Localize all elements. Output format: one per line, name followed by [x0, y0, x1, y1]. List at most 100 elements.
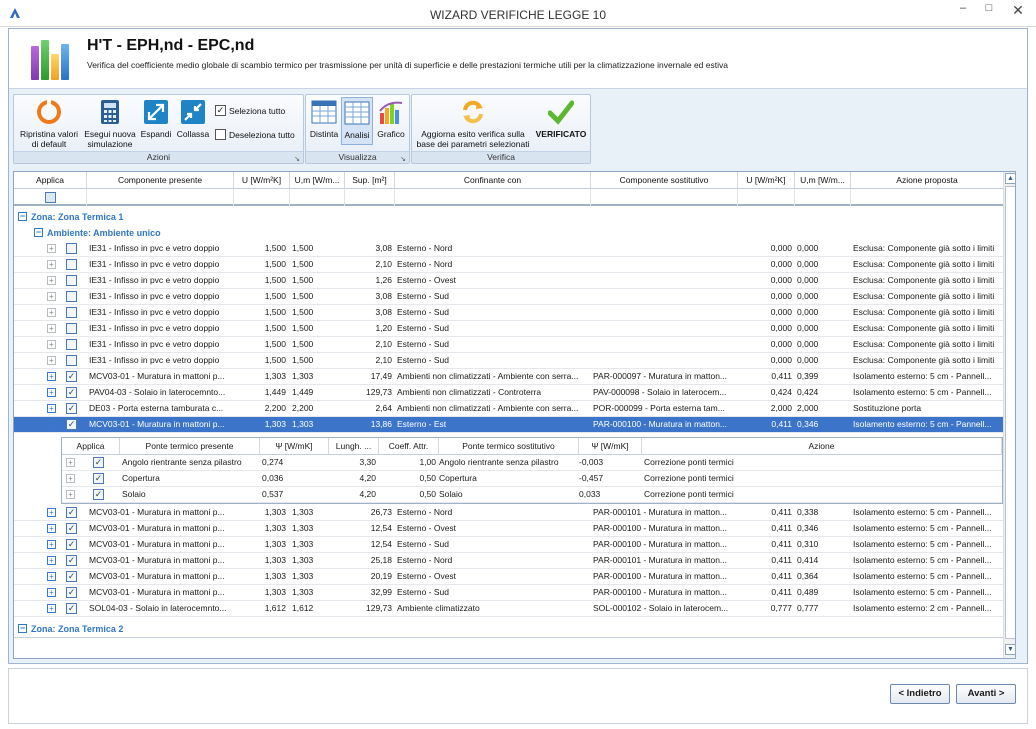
row-checkbox[interactable] — [66, 291, 77, 302]
collapse-icon[interactable]: − — [18, 212, 27, 222]
row-checkbox[interactable] — [66, 259, 77, 270]
ripristina-button[interactable]: Ripristina valori di default — [17, 99, 81, 149]
row-expand-icon[interactable]: + — [66, 474, 75, 483]
table-row[interactable]: + ✓ MCV03-01 - Muratura in mattoni p... 1,3… — [14, 537, 1004, 553]
table-row[interactable]: + IE31 - Infisso in pvc e vetro doppio 1,5… — [14, 257, 1004, 273]
row-checkbox[interactable] — [66, 355, 77, 366]
ambiente-group[interactable]: − Ambiente: Ambiente unico — [34, 225, 161, 241]
col-sostitutivo[interactable]: Componente sostitutivo — [591, 172, 738, 189]
filter-row[interactable] — [14, 189, 1004, 206]
subcol-lungh[interactable]: Lungh. ... — [329, 438, 379, 455]
subgrid-row[interactable]: + ✓ Copertura 0,036 4,20 0,50 Copertura -0,457 C… — [62, 471, 1002, 487]
row-checkbox[interactable]: ✓ — [66, 371, 77, 382]
row-expand-icon[interactable]: + — [47, 260, 56, 269]
row-checkbox[interactable]: ✓ — [66, 571, 77, 582]
row-expand-icon[interactable]: + — [47, 540, 56, 549]
subcol-presente[interactable]: Ponte termico presente — [120, 438, 260, 455]
row-expand-icon[interactable]: + — [47, 404, 56, 413]
subcol-azione[interactable]: Azione — [642, 438, 1002, 455]
subcol-coeff[interactable]: Coeff. Attr. — [379, 438, 439, 455]
row-checkbox[interactable] — [66, 339, 77, 350]
table-row[interactable]: − ✓ MCV03-01 - Muratura in mattoni p... 1,3… — [14, 417, 1004, 433]
table-row[interactable]: + ✓ MCV03-01 - Muratura in mattoni p... 1,3… — [14, 553, 1004, 569]
table-row[interactable]: + IE31 - Infisso in pvc e vetro doppio 1,5… — [14, 337, 1004, 353]
col-um[interactable]: U,m [W/m... — [290, 172, 345, 189]
scroll-thumb[interactable] — [1005, 186, 1015, 639]
row-expand-icon[interactable]: + — [66, 490, 75, 499]
row-checkbox[interactable]: ✓ — [93, 489, 104, 500]
col-azione[interactable]: Azione proposta — [851, 172, 1004, 189]
grafico-button[interactable]: Grafico — [374, 99, 408, 139]
row-expand-icon[interactable]: + — [47, 556, 56, 565]
scroll-down-icon[interactable]: ▼ — [1005, 644, 1015, 655]
collassa-button[interactable]: Collassa — [175, 99, 211, 139]
row-checkbox[interactable]: ✓ — [93, 457, 104, 468]
row-checkbox[interactable]: ✓ — [66, 419, 77, 430]
row-expand-icon[interactable]: + — [47, 356, 56, 365]
row-checkbox[interactable]: ✓ — [66, 539, 77, 550]
dialog-launcher-icon[interactable]: ↘ — [400, 155, 406, 163]
distinta-button[interactable]: Distinta — [309, 99, 339, 139]
thermal-bridges-subgrid[interactable]: Applica Ponte termico presente Ψ [W/mK] … — [61, 437, 1003, 504]
table-row[interactable]: + IE31 - Infisso in pvc e vetro doppio 1,5… — [14, 273, 1004, 289]
row-expand-icon[interactable]: + — [47, 340, 56, 349]
row-expand-icon[interactable]: + — [47, 588, 56, 597]
col-um2[interactable]: U,m [W/m... — [795, 172, 851, 189]
next-button[interactable]: Avanti > — [956, 684, 1016, 704]
analisi-button[interactable]: Analisi — [341, 97, 373, 145]
subgrid-row[interactable]: + ✓ Angolo rientrante senza pilastro 0,274 3… — [62, 455, 1002, 471]
table-row[interactable]: + ✓ DE03 - Porta esterna tamburata c... 2,2… — [14, 401, 1004, 417]
row-checkbox[interactable]: ✓ — [66, 603, 77, 614]
verificato-button[interactable]: VERIFICATO — [533, 99, 589, 139]
row-checkbox[interactable]: ✓ — [66, 523, 77, 534]
row-expand-icon[interactable]: + — [47, 308, 56, 317]
row-expand-icon[interactable]: + — [47, 524, 56, 533]
row-checkbox[interactable] — [66, 275, 77, 286]
row-checkbox[interactable]: ✓ — [66, 555, 77, 566]
esegui-simulazione-button[interactable]: Esegui nuova simulazione — [82, 99, 138, 149]
row-expand-icon[interactable]: − — [47, 420, 56, 429]
table-row[interactable]: + ✓ MCV03-01 - Muratura in mattoni p... 1,3… — [14, 569, 1004, 585]
row-expand-icon[interactable]: + — [47, 244, 56, 253]
row-expand-icon[interactable]: + — [47, 604, 56, 613]
collapse-icon[interactable]: − — [34, 228, 43, 238]
row-checkbox[interactable]: ✓ — [66, 587, 77, 598]
table-row[interactable]: + IE31 - Infisso in pvc e vetro doppio 1,5… — [14, 321, 1004, 337]
zone-group-1[interactable]: − Zona: Zona Termica 1 — [18, 209, 123, 225]
col-u2[interactable]: U [W/m²K] — [738, 172, 795, 189]
row-expand-icon[interactable]: + — [47, 372, 56, 381]
table-row[interactable]: + IE31 - Infisso in pvc e vetro doppio 1,5… — [14, 353, 1004, 369]
components-grid[interactable]: Applica Componente presente U [W/m²K] U,… — [13, 171, 1016, 659]
table-row[interactable]: + ✓ MCV03-01 - Muratura in mattoni p... 1,3… — [14, 521, 1004, 537]
subcol-applica[interactable]: Applica — [62, 438, 120, 455]
back-button[interactable]: < Indietro — [890, 684, 950, 704]
row-expand-icon[interactable]: + — [47, 508, 56, 517]
table-row[interactable]: + ✓ PAV04-03 - Solaio in laterocemnto... 1,… — [14, 385, 1004, 401]
maximize-button[interactable]: □ — [976, 2, 1002, 20]
row-expand-icon[interactable]: + — [47, 388, 56, 397]
table-row[interactable]: + IE31 - Infisso in pvc e vetro doppio 1,5… — [14, 241, 1004, 257]
subcol-psi[interactable]: Ψ [W/mK] — [260, 438, 329, 455]
row-expand-icon[interactable]: + — [47, 292, 56, 301]
col-u[interactable]: U [W/m²K] — [234, 172, 290, 189]
row-expand-icon[interactable]: + — [47, 572, 56, 581]
vertical-scrollbar[interactable]: ▲ ▼ — [1003, 172, 1015, 658]
row-checkbox[interactable]: ✓ — [66, 403, 77, 414]
aggiorna-esito-button[interactable]: Aggiorna esito verifica sulla base dei p… — [414, 99, 532, 149]
row-checkbox[interactable] — [66, 307, 77, 318]
expand-icon[interactable]: − — [18, 624, 27, 634]
row-checkbox[interactable] — [66, 243, 77, 254]
subcol-sostitutivo[interactable]: Ponte termico sostitutivo — [439, 438, 579, 455]
table-row[interactable]: + ✓ MCV03-01 - Muratura in mattoni p... 1,3… — [14, 369, 1004, 385]
seleziona-tutto-checkbox[interactable]: ✓ Seleziona tutto — [215, 105, 285, 117]
table-row[interactable]: + ✓ SOL04-03 - Solaio in laterocemnto... 1,… — [14, 601, 1004, 617]
subgrid-row[interactable]: + ✓ Solaio 0,537 4,20 0,50 Solaio 0,033 Correzio… — [62, 487, 1002, 503]
scroll-up-icon[interactable]: ▲ — [1005, 173, 1015, 184]
row-expand-icon[interactable]: + — [66, 458, 75, 467]
row-expand-icon[interactable]: + — [47, 324, 56, 333]
col-sup[interactable]: Sup. [m²] — [345, 172, 395, 189]
row-checkbox[interactable] — [66, 323, 77, 334]
close-button[interactable]: ✕ — [1002, 2, 1034, 20]
minimize-button[interactable]: – — [950, 2, 976, 20]
filter-checkbox[interactable] — [45, 192, 56, 203]
